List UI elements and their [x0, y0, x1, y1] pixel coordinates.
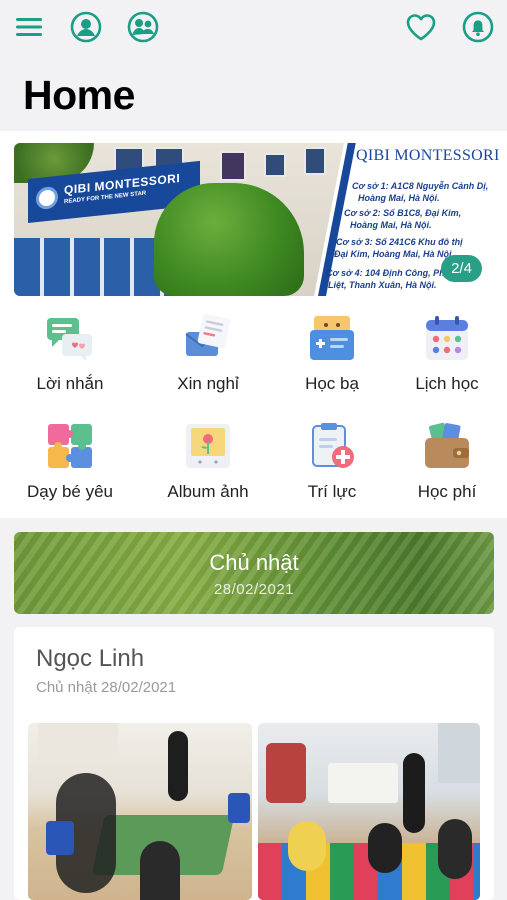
message-bubbles-icon	[47, 318, 92, 361]
menu-item-label: Album ảnh	[167, 482, 249, 501]
children-icon[interactable]	[126, 10, 160, 44]
banner-address-line: Hoàng Mai, Hà Nội.	[350, 220, 432, 230]
menu-item-leave-request[interactable]: Xin nghỉ	[153, 314, 263, 414]
menu-item-messages[interactable]: Lời nhắn	[15, 314, 125, 414]
promo-banner[interactable]: QIBI MONTESSORI READY FOR THE NEW STAR Q…	[14, 143, 505, 296]
top-bar	[0, 0, 507, 60]
wallet-icon	[425, 422, 469, 468]
date-banner-date: 28/02/2021	[213, 581, 295, 598]
banner-address-line: Cơ sở 3: Số 241C6 Khu đô thị	[336, 237, 463, 247]
menu-item-label: Học bạ	[305, 374, 359, 393]
leave-letter-icon	[185, 314, 231, 356]
post-photo[interactable]	[28, 723, 252, 900]
menu-item-photo-album[interactable]: Album ảnh	[153, 422, 263, 522]
post-photo[interactable]	[258, 723, 480, 900]
user-profile-icon[interactable]	[69, 10, 103, 44]
banner-address-line: Hoàng Mai, Hà Nội.	[358, 193, 440, 203]
health-clipboard-icon	[312, 423, 354, 468]
activity-post-card[interactable]: Ngọc Linh Chủ nhật 28/02/2021	[14, 627, 494, 900]
report-card-icon	[310, 316, 354, 360]
menu-item-label: Lời nhắn	[36, 374, 104, 393]
date-banner-day: Chủ nhật	[209, 550, 299, 575]
menu-icon[interactable]	[12, 10, 46, 44]
menu-item-label: Trí lực	[307, 482, 357, 501]
menu-item-label: Xin nghỉ	[177, 374, 239, 393]
heart-icon[interactable]	[404, 10, 438, 44]
menu-item-intelligence[interactable]: Trí lực	[277, 422, 387, 522]
puzzle-icon	[48, 424, 92, 468]
post-date: Chủ nhật 28/02/2021	[36, 679, 177, 696]
menu-item-tuition[interactable]: Học phí	[392, 422, 502, 522]
banner-address-line: Liệt, Thanh Xuân, Hà Nội.	[328, 280, 437, 290]
menu-item-schedule[interactable]: Lịch học	[392, 314, 502, 414]
menu-item-label: Lịch học	[415, 374, 479, 393]
menu-item-label: Dạy bé yêu	[27, 482, 113, 501]
page-title: Home	[23, 72, 135, 118]
post-author-name: Ngọc Linh	[36, 645, 145, 672]
calendar-icon	[426, 316, 468, 360]
banner-brand: QIBI MONTESSORI	[356, 147, 500, 164]
banner-address-line: Cơ sở 2: Số B1C8, Đại Kim,	[344, 208, 462, 218]
banner-page-counter: 2/4	[441, 255, 482, 282]
banner-address-line: Đại Kim, Hoàng Mai, Hà Nội.	[334, 249, 455, 259]
date-banner: Chủ nhật 28/02/2021	[14, 532, 494, 614]
menu-item-label: Học phí	[417, 482, 477, 501]
bell-icon[interactable]	[461, 10, 495, 44]
menu-item-report-card[interactable]: Học bạ	[277, 314, 387, 414]
banner-address-line: Cơ sở 1: A1C8 Nguyễn Cảnh Dị,	[352, 181, 489, 191]
photo-album-icon	[186, 424, 230, 468]
menu-item-parenting[interactable]: Dạy bé yêu	[15, 422, 125, 522]
